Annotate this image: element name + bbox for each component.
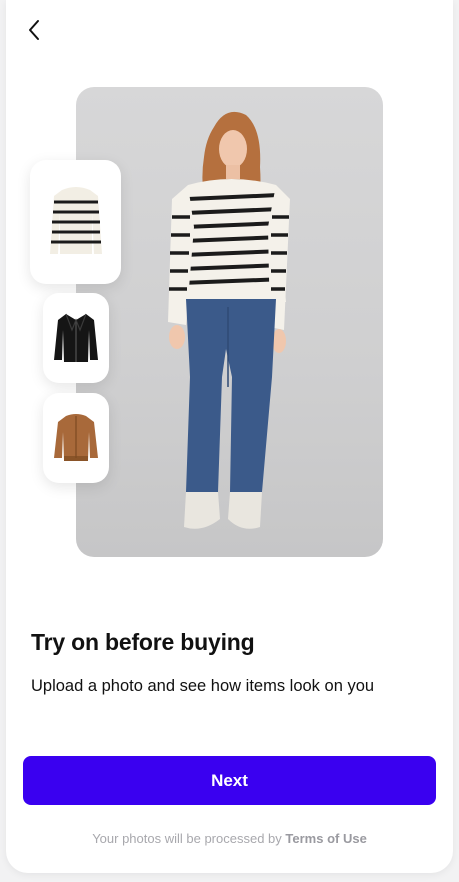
page-title: Try on before buying [31, 629, 255, 655]
terms-of-use-link[interactable]: Terms of Use [285, 831, 366, 846]
terms-notice: Your photos will be processed by Terms o… [6, 831, 453, 846]
onboarding-screen: Try on before buying Upload a photo and … [6, 0, 453, 873]
chevron-left-icon [29, 20, 39, 40]
model-photo [76, 87, 383, 557]
thumbnail-striped-sweater[interactable] [30, 160, 121, 284]
next-button[interactable]: Next [23, 756, 436, 805]
bomber-jacket-icon [54, 414, 98, 461]
leather-jacket-icon [54, 313, 98, 362]
striped-sweater-icon [49, 187, 102, 254]
back-button[interactable] [20, 16, 48, 44]
thumbnail-leather-jacket[interactable] [43, 293, 109, 383]
thumbnail-bomber-jacket[interactable] [43, 393, 109, 483]
page-subtitle: Upload a photo and see how items look on… [31, 677, 375, 695]
terms-notice-text: Your photos will be processed by [92, 831, 282, 846]
